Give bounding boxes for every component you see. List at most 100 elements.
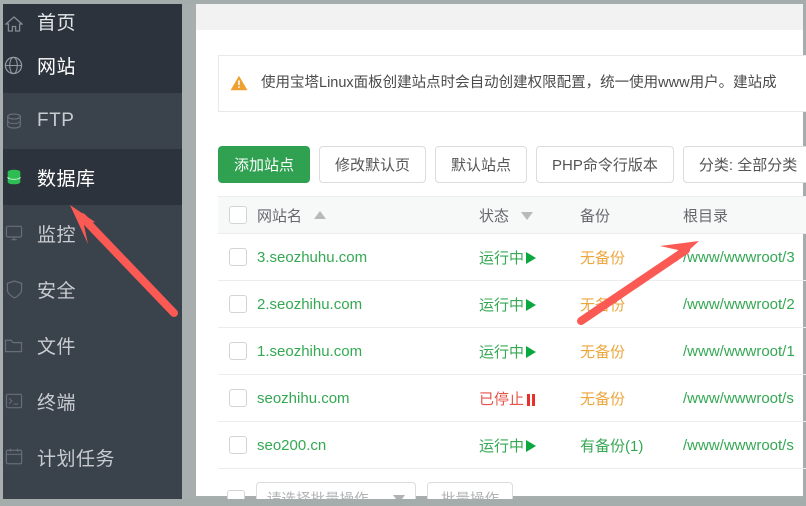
row-select-cell [218, 248, 257, 266]
row-checkbox[interactable] [228, 436, 247, 454]
default-site-button[interactable]: 默认站点 [435, 146, 528, 183]
sidebar-item-monitor[interactable]: 监控 [3, 205, 182, 261]
cell-status[interactable]: 已停止 [479, 388, 580, 409]
sidebar-item-website[interactable]: 网站 [3, 37, 182, 93]
home-icon [3, 13, 23, 35]
select-all-checkbox[interactable] [228, 206, 247, 224]
play-icon[interactable] [526, 439, 537, 452]
row-select-cell [218, 295, 257, 313]
cell-site-name[interactable]: 3.seozhuhu.com [257, 249, 479, 266]
sidebar-item-home[interactable]: 首页 [3, 4, 182, 37]
sidebar-item-security[interactable]: 安全 [3, 261, 182, 317]
cell-backup[interactable]: 有备份(1) [580, 435, 683, 456]
sidebar-navigation: 首页 网站 FTP 数据库 监控 安全 文件 终端 计划任务 [3, 4, 182, 499]
sidebar-item-label-terminal: 终端 [37, 392, 77, 414]
sidebar-item-label-website: 网站 [37, 56, 77, 78]
column-backup[interactable]: 备份 [580, 205, 683, 226]
window-frame-bottom [0, 499, 806, 506]
shield-icon [3, 278, 23, 300]
column-site-name[interactable]: 网站名 [257, 205, 479, 226]
sidebar-item-crontab[interactable]: 计划任务 [3, 429, 182, 485]
monitor-icon [3, 222, 23, 244]
play-icon[interactable] [526, 345, 537, 358]
sidebar-item-label-crontab: 计划任务 [37, 448, 116, 470]
sidebar-item-label-files: 文件 [37, 336, 77, 358]
clock-icon [3, 446, 23, 468]
column-status[interactable]: 状态 [479, 205, 580, 226]
cell-site-name[interactable]: seozhihu.com [257, 390, 479, 407]
cell-backup[interactable]: 无备份 [580, 388, 683, 409]
table-row[interactable]: seo200.cn 运行中 有备份(1) /www/wwwroot/s [218, 422, 806, 469]
status-badge: 运行中 [479, 249, 525, 267]
screenshot-root: 首页 网站 FTP 数据库 监控 安全 文件 终端 计划任务 使用宝塔Linux… [0, 0, 806, 506]
backup-status: 无备份 [580, 390, 626, 408]
pause-icon[interactable] [527, 393, 537, 406]
play-icon[interactable] [526, 251, 537, 264]
column-root-dir[interactable]: 根目录 [683, 205, 806, 226]
site-management-card: 使用宝塔Linux面板创建站点时会自动创建权限配置，统一使用www用户。建站成 … [196, 30, 806, 506]
table-row[interactable]: 2.seozhihu.com 运行中 无备份 /www/wwwroot/2 [218, 281, 806, 328]
warning-triangle-icon [230, 75, 248, 93]
status-badge: 运行中 [479, 296, 525, 314]
cell-site-name[interactable]: seo200.cn [257, 437, 479, 454]
cell-root-dir[interactable]: /www/wwwroot/2 [683, 296, 806, 313]
sidebar-item-files[interactable]: 文件 [3, 317, 182, 373]
table-header-row: 网站名 状态 备份 根目录 [218, 196, 806, 234]
table-row[interactable]: seozhihu.com 已停止 无备份 /www/wwwroot/s [218, 375, 806, 422]
cell-root-dir[interactable]: /www/wwwroot/s [683, 390, 806, 407]
sidebar-item-label-database: 数据库 [37, 168, 96, 190]
cell-backup[interactable]: 无备份 [580, 341, 683, 362]
database-icon [3, 166, 23, 188]
permission-notice-banner: 使用宝塔Linux面板创建站点时会自动创建权限配置，统一使用www用户。建站成 [218, 55, 806, 112]
row-select-cell [218, 436, 257, 454]
row-checkbox[interactable] [228, 342, 247, 360]
table-row[interactable]: 3.seozhuhu.com 运行中 无备份 /www/wwwroot/3 [218, 234, 806, 281]
sort-descending-icon[interactable] [521, 211, 534, 220]
sidebar-item-label-monitor: 监控 [37, 224, 77, 246]
backup-status: 无备份 [580, 296, 626, 314]
folder-icon [3, 334, 23, 356]
column-root-dir-label: 根目录 [683, 207, 729, 225]
add-site-button[interactable]: 添加站点 [218, 146, 311, 183]
status-badge: 运行中 [479, 343, 525, 361]
row-select-cell [218, 342, 257, 360]
category-filter-dropdown[interactable]: 分类: 全部分类 [682, 146, 806, 183]
php-cli-version-button[interactable]: PHP命令行版本 [536, 146, 674, 183]
cell-root-dir[interactable]: /www/wwwroot/s [683, 437, 806, 454]
ftp-icon [3, 110, 23, 132]
sites-table: 网站名 状态 备份 根目录 3.seozhuhu.com 运行中 无备份 /ww… [218, 196, 806, 469]
sidebar-item-ftp[interactable]: FTP [3, 93, 182, 149]
row-select-cell [218, 389, 257, 407]
row-checkbox[interactable] [228, 295, 247, 313]
backup-status: 有备份(1) [580, 437, 644, 455]
cell-site-name[interactable]: 2.seozhihu.com [257, 296, 479, 313]
cell-root-dir[interactable]: /www/wwwroot/3 [683, 249, 806, 266]
play-icon[interactable] [526, 298, 537, 311]
sidebar-item-label-security: 安全 [37, 280, 77, 302]
modify-default-page-button[interactable]: 修改默认页 [319, 146, 427, 183]
sidebar-item-label-ftp: FTP [37, 110, 75, 131]
main-content-area: 使用宝塔Linux面板创建站点时会自动创建权限配置，统一使用www用户。建站成 … [196, 4, 806, 506]
permission-notice-text: 使用宝塔Linux面板创建站点时会自动创建权限配置，统一使用www用户。建站成 [261, 74, 777, 91]
cell-root-dir[interactable]: /www/wwwroot/1 [683, 343, 806, 360]
sidebar-item-database[interactable]: 数据库 [3, 149, 182, 205]
category-filter-label: 分类: 全部分类 [698, 157, 798, 174]
cell-status[interactable]: 运行中 [479, 294, 580, 315]
cell-status[interactable]: 运行中 [479, 341, 580, 362]
cell-site-name[interactable]: 1.seozhihu.com [257, 343, 479, 360]
table-row[interactable]: 1.seozhihu.com 运行中 无备份 /www/wwwroot/1 [218, 328, 806, 375]
row-checkbox[interactable] [228, 248, 247, 266]
cell-status[interactable]: 运行中 [479, 435, 580, 456]
status-badge: 已停止 [479, 390, 525, 408]
cell-status[interactable]: 运行中 [479, 247, 580, 268]
column-site-name-label: 网站名 [257, 207, 303, 225]
row-checkbox[interactable] [228, 389, 247, 407]
sort-ascending-icon[interactable] [314, 210, 327, 219]
cell-backup[interactable]: 无备份 [580, 247, 683, 268]
column-status-label: 状态 [479, 207, 510, 225]
sidebar-item-terminal[interactable]: 终端 [3, 373, 182, 429]
cell-backup[interactable]: 无备份 [580, 294, 683, 315]
sidebar-item-label-home: 首页 [37, 13, 77, 34]
site-toolbar: 添加站点 修改默认页 默认站点 PHP命令行版本 分类: 全部分类 [218, 146, 806, 183]
select-all-cell [218, 206, 257, 224]
